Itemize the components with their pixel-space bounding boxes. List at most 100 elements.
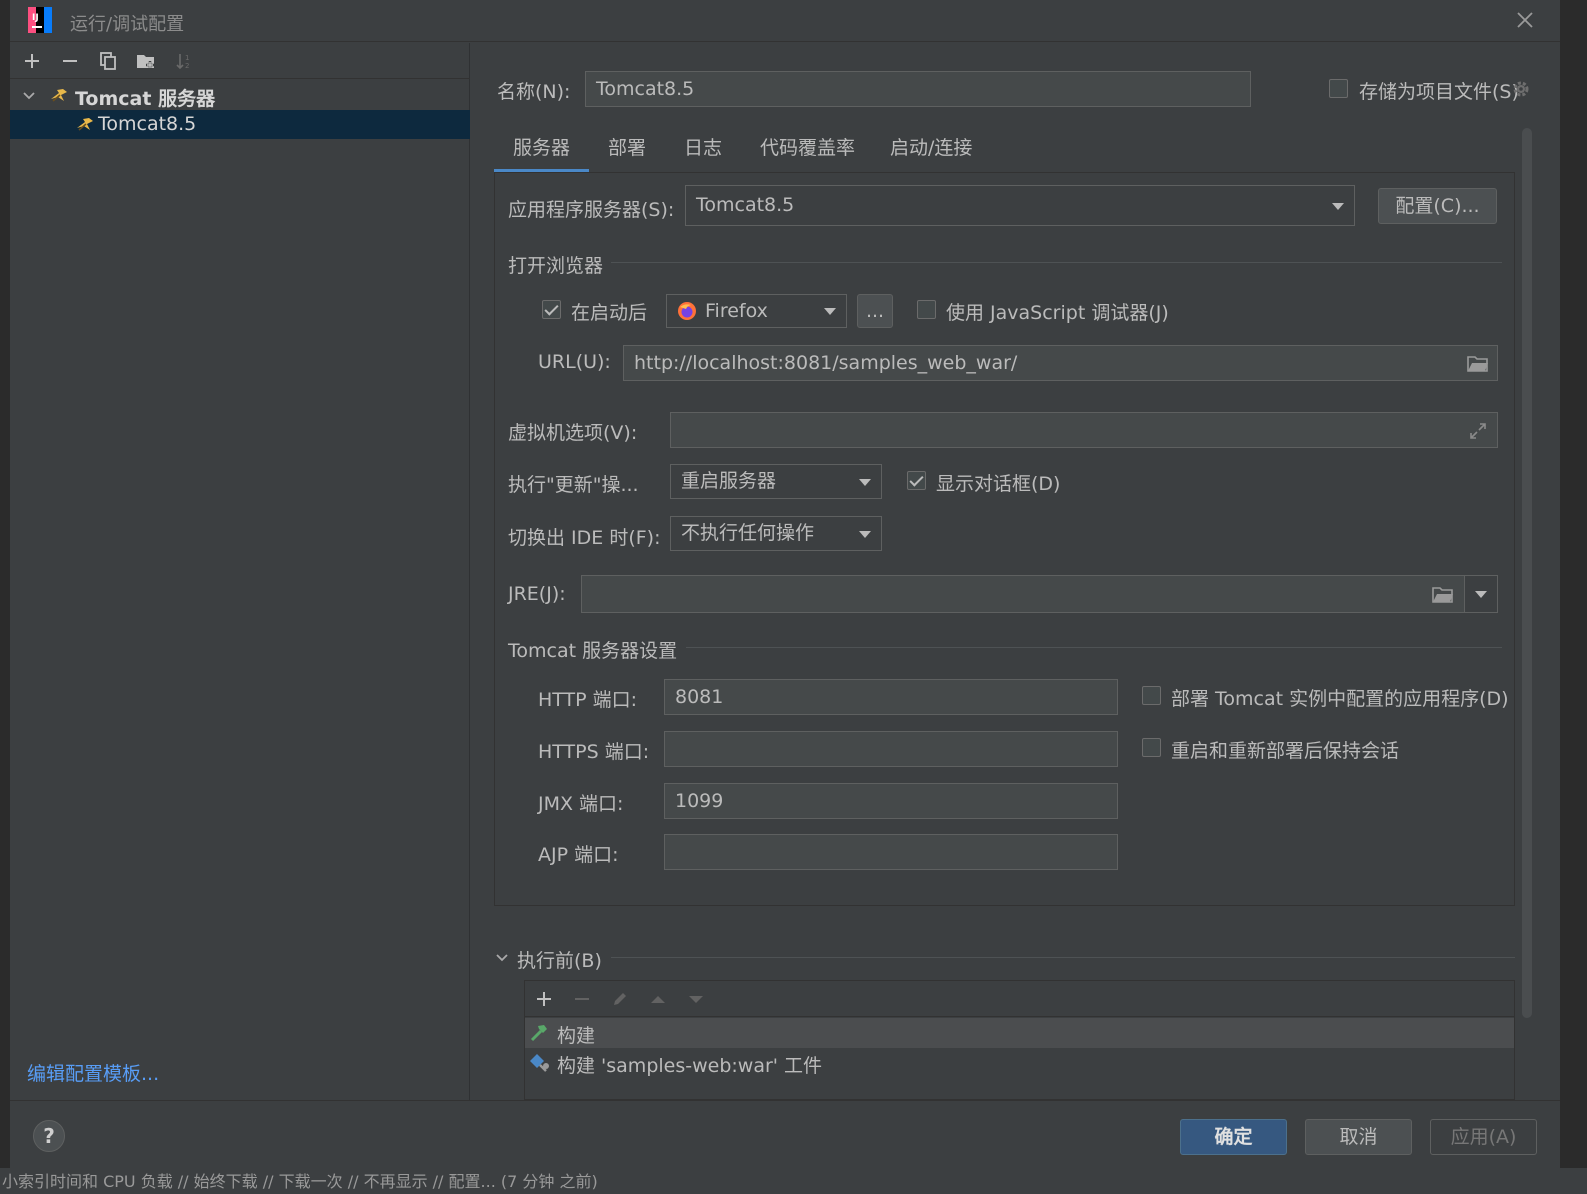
chevron-down-icon [1475, 591, 1487, 598]
folder-icon[interactable] [1432, 586, 1454, 604]
section-separator [611, 262, 1502, 263]
before-launch-panel: 构建 构建 'samples-web:war' 工件 [524, 980, 1515, 1100]
move-up-icon [651, 996, 665, 1003]
url-value: http://localhost:8081/samples_web_war/ [634, 352, 1018, 374]
after-launch-label: 在启动后 [571, 302, 648, 324]
intellij-logo-icon: IJ [28, 7, 52, 33]
ok-button[interactable]: 确定 [1180, 1119, 1287, 1155]
app-server-label: 应用程序服务器(S): [508, 199, 675, 221]
preserve-sessions-checkbox[interactable] [1142, 738, 1161, 757]
frame-deactivation-select[interactable]: 不执行任何操作 [670, 516, 882, 551]
remove-icon [575, 998, 589, 1000]
tomcat-icon [51, 89, 67, 102]
remove-icon[interactable] [60, 51, 80, 71]
url-input[interactable]: http://localhost:8081/samples_web_war/ [623, 345, 1498, 381]
app-server-value: Tomcat8.5 [696, 194, 795, 216]
store-as-project-checkbox[interactable] [1329, 79, 1348, 98]
after-launch-checkbox[interactable] [542, 300, 561, 319]
svg-text:1: 1 [185, 54, 189, 62]
open-browser-section-title: 打开浏览器 [508, 255, 604, 277]
gear-icon[interactable] [1511, 79, 1531, 99]
tab-startup-connection[interactable]: 启动/连接 [890, 133, 972, 160]
ajp-port-input[interactable] [664, 834, 1118, 870]
browser-value: Firefox [705, 300, 768, 322]
help-button[interactable]: ? [33, 1120, 65, 1152]
tree-group-tomcat[interactable]: Tomcat 服务器 [10, 81, 470, 110]
js-debugger-label: 使用 JavaScript 调试器(J) [946, 302, 1169, 324]
jmx-port-label: JMX 端口: [538, 793, 624, 815]
chevron-down-icon [824, 308, 836, 315]
tab-code-coverage[interactable]: 代码覆盖率 [760, 133, 855, 160]
add-icon[interactable] [535, 990, 553, 1008]
copy-icon[interactable] [98, 51, 118, 71]
before-launch-item-label: 构建 [557, 1025, 596, 1047]
preserve-sessions-label: 重启和重新部署后保持会话 [1171, 740, 1400, 762]
url-label: URL(U): [538, 351, 611, 373]
jre-label: JRE(J): [508, 583, 566, 605]
browser-select[interactable]: Firefox [666, 294, 847, 328]
move-down-icon [689, 996, 703, 1003]
tree-group-label: Tomcat 服务器 [75, 88, 216, 110]
store-as-project-label: 存储为项目文件(S) [1359, 81, 1519, 103]
tab-logs[interactable]: 日志 [684, 133, 722, 160]
left-toolbar: 1 2 [10, 43, 470, 79]
tab-server[interactable]: 服务器 [513, 133, 570, 160]
before-launch-item[interactable]: 构建 [525, 1018, 1514, 1048]
ajp-port-label: AJP 端口: [538, 844, 619, 866]
firefox-icon [678, 302, 696, 320]
expand-icon[interactable] [1469, 422, 1487, 440]
before-launch-item-label: 构建 'samples-web:war' 工件 [557, 1055, 823, 1077]
configure-button[interactable]: 配置(C)... [1378, 188, 1497, 224]
close-icon[interactable] [1516, 11, 1534, 29]
deploy-apps-label: 部署 Tomcat 实例中配置的应用程序(D) [1171, 688, 1509, 710]
name-label: 名称(N): [497, 81, 571, 103]
artifact-build-icon [530, 1054, 549, 1072]
frame-deactivation-value: 不执行任何操作 [681, 522, 815, 544]
configuration-details-pane: 名称(N): Tomcat8.5 存储为项目文件(S) 服务器 部署 日志 代码… [471, 43, 1560, 1100]
chevron-down-icon[interactable] [495, 951, 509, 965]
deploy-apps-checkbox[interactable] [1142, 686, 1161, 705]
cancel-button[interactable]: 取消 [1305, 1119, 1412, 1155]
edit-icon [614, 993, 626, 1005]
edit-templates-link[interactable]: 编辑配置模板... [27, 1059, 159, 1086]
browser-browse-button[interactable]: ... [857, 294, 893, 328]
tomcat-settings-section-title: Tomcat 服务器设置 [508, 640, 678, 662]
sort-icon: 1 2 [176, 54, 189, 70]
chevron-down-icon[interactable] [22, 89, 36, 103]
update-action-label: 执行"更新"操... [508, 474, 639, 496]
tab-deployment[interactable]: 部署 [608, 133, 646, 160]
chevron-down-icon [859, 530, 871, 538]
ide-status-bar: 小索引时间和 CPU 负载 // 始终下载 // 下载一次 // 不再显示 //… [0, 1168, 1587, 1194]
add-icon[interactable] [22, 51, 42, 71]
jre-dropdown-button[interactable] [1464, 575, 1498, 613]
update-action-select[interactable]: 重启服务器 [670, 464, 882, 499]
chevron-down-icon [1332, 202, 1344, 210]
http-port-input[interactable]: 8081 [664, 679, 1118, 715]
tomcat-icon [77, 118, 93, 131]
https-port-input[interactable] [664, 731, 1118, 767]
apply-button[interactable]: 应用(A) [1430, 1119, 1537, 1155]
name-input[interactable]: Tomcat8.5 [585, 71, 1251, 107]
vm-options-input[interactable] [670, 412, 1498, 448]
app-server-select[interactable]: Tomcat8.5 [685, 185, 1355, 226]
dialog-footer: ? 确定 取消 应用(A) [10, 1100, 1560, 1168]
tree-item-tomcat85[interactable]: Tomcat8.5 [10, 110, 470, 139]
jmx-port-input[interactable]: 1099 [664, 783, 1118, 819]
before-launch-label[interactable]: 执行前(B) [517, 946, 602, 973]
run-debug-config-dialog: IJ 运行/调试配置 1 2 Tomcat 服务器 Tomcat8.5 编辑配置… [10, 0, 1560, 1168]
section-separator [686, 647, 1502, 648]
scrollbar[interactable] [1522, 128, 1532, 1018]
frame-deactivation-label: 切换出 IDE 时(F): [508, 527, 661, 549]
folder-icon[interactable] [1467, 355, 1489, 373]
jre-input[interactable] [581, 575, 1465, 613]
section-separator [611, 957, 1515, 958]
https-port-label: HTTPS 端口: [538, 741, 650, 763]
folder-add-icon[interactable] [136, 51, 156, 71]
chevron-down-icon [859, 478, 871, 486]
js-debugger-checkbox[interactable] [917, 300, 936, 319]
window-title: 运行/调试配置 [70, 14, 185, 35]
update-action-value: 重启服务器 [681, 470, 777, 492]
title-bar: IJ 运行/调试配置 [10, 0, 1560, 42]
show-dialog-checkbox[interactable] [907, 471, 926, 490]
before-launch-item[interactable]: 构建 'samples-web:war' 工件 [525, 1048, 1514, 1078]
